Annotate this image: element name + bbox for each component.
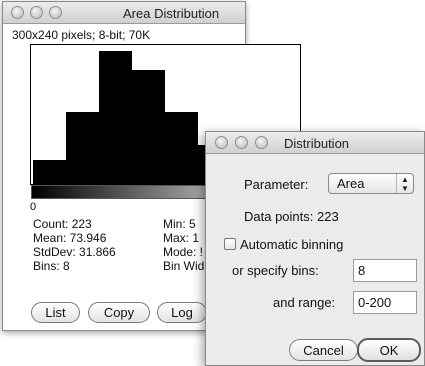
axis-min-label: 0 <box>30 201 37 213</box>
histogram-bar-4 <box>132 70 165 184</box>
bins-field[interactable] <box>353 259 417 282</box>
stat-mean: Mean: 73.946 <box>33 231 107 245</box>
automatic-binning-checkbox[interactable] <box>224 238 236 250</box>
popup-arrows-icon: ▲ ▼ <box>396 174 413 193</box>
histogram-bar-3 <box>99 51 132 184</box>
stat-max: Max: 1 <box>163 231 200 245</box>
list-button[interactable]: List <box>31 302 80 323</box>
zoom-icon[interactable] <box>255 136 268 149</box>
stat-bin-width: Bin Wid <box>163 259 205 273</box>
area-distribution-titlebar[interactable]: Area Distribution <box>3 2 245 24</box>
stat-mode: Mode: ! <box>163 245 204 259</box>
window-title: Area Distribution <box>123 6 220 21</box>
log-button[interactable]: Log <box>157 302 207 323</box>
automatic-binning-label: Automatic binning <box>240 237 344 252</box>
distribution-titlebar[interactable]: Distribution <box>206 132 424 154</box>
parameter-value: Area <box>337 176 365 191</box>
range-field[interactable] <box>353 291 417 314</box>
copy-button[interactable]: Copy <box>88 302 150 323</box>
distribution-dialog: Distribution Parameter: Area ▲ ▼ Data poi… <box>205 131 425 366</box>
histogram-bar-1 <box>33 160 66 184</box>
range-label: and range: <box>273 295 336 310</box>
ok-button[interactable]: OK <box>357 338 421 362</box>
close-icon[interactable] <box>11 6 24 19</box>
stat-count: Count: 223 <box>33 217 92 231</box>
minimize-icon[interactable] <box>30 6 43 19</box>
histogram-bar-2 <box>66 112 99 184</box>
stat-bins: Bins: 8 <box>33 259 70 273</box>
dialog-title: Distribution <box>284 136 350 151</box>
specify-bins-label: or specify bins: <box>232 263 319 278</box>
parameter-label: Parameter: <box>244 177 309 192</box>
close-icon[interactable] <box>215 136 228 149</box>
stat-stddev: StdDev: 31.866 <box>33 245 116 259</box>
stat-min: Min: 5 <box>163 217 196 231</box>
histogram-bar-5 <box>165 112 198 184</box>
image-info: 300x240 pixels; 8-bit; 70K <box>12 28 151 42</box>
parameter-select[interactable]: Area ▲ ▼ <box>328 173 414 194</box>
minimize-icon[interactable] <box>235 136 248 149</box>
data-points-label: Data points: 223 <box>244 209 339 224</box>
cancel-button[interactable]: Cancel <box>289 339 358 361</box>
zoom-icon[interactable] <box>49 6 62 19</box>
